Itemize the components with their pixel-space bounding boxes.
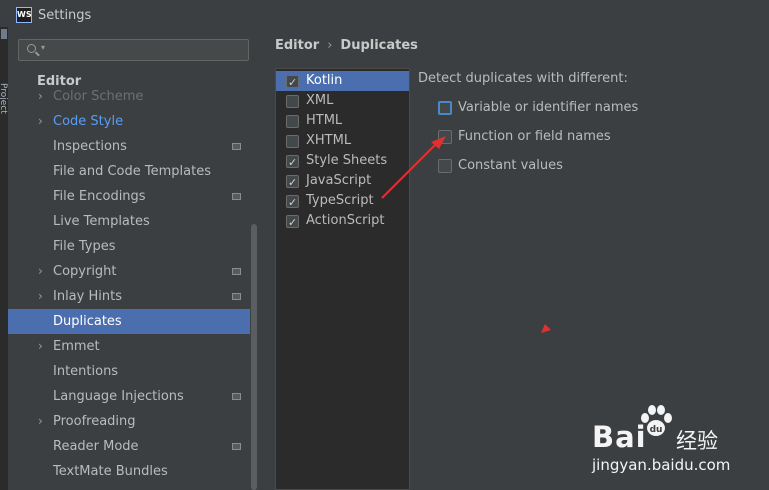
annotation-marker xyxy=(541,324,551,333)
watermark-brand: Bai xyxy=(592,420,647,454)
watermark-cn: 经验 xyxy=(676,429,718,453)
annotation-arrow-line xyxy=(381,142,438,199)
baidu-jingyan-watermark: du Bai 经验 jingyan.baidu.com xyxy=(592,400,762,490)
watermark-url: jingyan.baidu.com xyxy=(592,456,731,474)
